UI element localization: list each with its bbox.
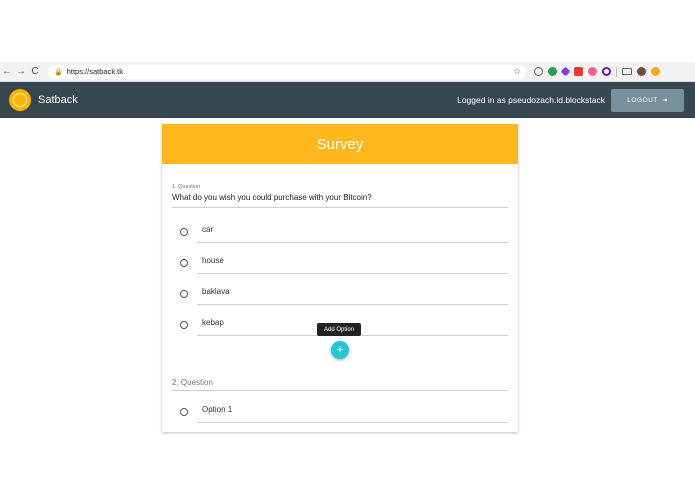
url-text: https://satback.tk [66, 67, 123, 76]
option-input[interactable]: car [197, 223, 508, 243]
option-input[interactable]: baklava [197, 285, 508, 305]
app-header: Satback Logged in as pseudozach.id.block… [0, 82, 695, 118]
lock-icon: 🔒 [54, 68, 63, 76]
survey-card: Survey 1. Question What do you wish you … [162, 124, 518, 432]
extension-red-icon[interactable] [574, 67, 583, 76]
logout-label: LOGOUT [627, 96, 658, 104]
option-row: car [180, 223, 508, 243]
logout-button[interactable]: LOGOUT ⇥ [611, 88, 684, 112]
page: ← → C 🔒 https://satback.tk ☆ Satback Log… [0, 0, 695, 494]
radio-button[interactable] [180, 408, 188, 416]
option-row: house [180, 254, 508, 274]
radio-button[interactable] [180, 228, 188, 236]
extension-diamond-icon[interactable] [560, 66, 571, 77]
cast-icon[interactable] [622, 68, 632, 75]
toolbar-separator [616, 66, 617, 77]
logout-icon: ⇥ [661, 97, 668, 104]
option-input[interactable]: house [197, 254, 508, 274]
question-1-input[interactable]: What do you wish you could purchase with… [172, 193, 508, 208]
avatar[interactable] [637, 67, 646, 76]
extension-pink-icon[interactable] [588, 67, 597, 76]
extensions-area [534, 66, 660, 77]
browser-toolbar: ← → C 🔒 https://satback.tk ☆ [0, 62, 695, 82]
question-2: 2. Question [172, 378, 508, 391]
radio-button[interactable] [180, 290, 188, 298]
satback-logo-icon[interactable] [9, 89, 31, 111]
radio-button[interactable] [180, 321, 188, 329]
add-option-button[interactable]: + [331, 341, 349, 359]
bookmark-star-icon[interactable]: ☆ [513, 66, 521, 77]
logged-in-status: Logged in as pseudozach.id.blockstack [457, 95, 605, 105]
radio-button[interactable] [180, 259, 188, 267]
option-row: Option 1 [180, 403, 508, 423]
reload-icon[interactable]: C [28, 64, 42, 80]
pocket-icon[interactable] [534, 67, 543, 76]
forward-icon[interactable]: → [14, 64, 28, 80]
extension-green-icon[interactable] [548, 67, 557, 76]
extension-ring-icon[interactable] [602, 67, 611, 76]
extension-yellow-icon[interactable] [651, 67, 660, 76]
option-input[interactable]: Option 1 [197, 403, 508, 423]
survey-title: Survey [162, 124, 518, 164]
question-1: 1. Question What do you wish you could p… [172, 184, 508, 208]
question-1-label: 1. Question [172, 184, 201, 190]
question-2-input[interactable]: 2. Question [172, 378, 508, 391]
brand-name[interactable]: Satback [38, 94, 78, 106]
address-bar[interactable]: 🔒 https://satback.tk ☆ [48, 64, 526, 79]
add-option-tooltip: Add Option [317, 323, 361, 336]
option-row: baklava [180, 285, 508, 305]
back-icon[interactable]: ← [0, 64, 14, 80]
